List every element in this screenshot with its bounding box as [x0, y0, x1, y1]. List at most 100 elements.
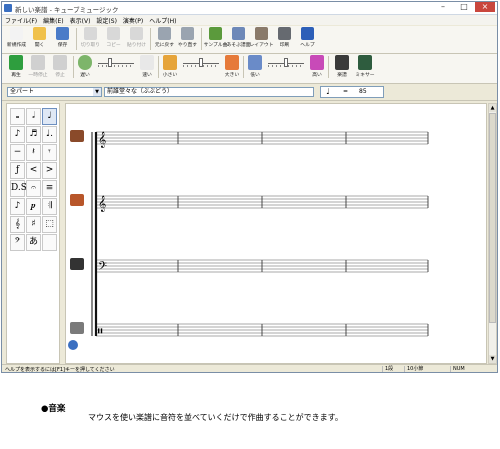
palette-item-10[interactable]: <	[26, 162, 41, 179]
toolbar-button-1[interactable]: 開く	[28, 26, 51, 52]
palette-item-16[interactable]: 𝆏	[26, 198, 41, 215]
palette-item-12[interactable]: D.S.	[10, 180, 29, 197]
menu-item-3[interactable]: 設定(S)	[96, 16, 117, 25]
palette-item-21[interactable]: 𝄢	[10, 234, 25, 251]
new-file-icon	[10, 27, 23, 40]
caption-title: ●音楽	[41, 404, 66, 414]
clef: 𝄢	[98, 260, 107, 276]
status-message: ヘルプを表示するには[F1]キーを押してください	[5, 367, 115, 373]
score-area[interactable]: 𝄞 𝄞 𝄢 𝄥	[65, 103, 487, 364]
volume-slider-thumb[interactable]	[199, 58, 203, 67]
piano-icon	[70, 258, 84, 270]
palette-item-3[interactable]: ♪	[10, 126, 25, 143]
toolbar-button-7[interactable]: やり直す	[176, 26, 199, 52]
toolbar-button-8[interactable]: サンプル曲	[204, 26, 227, 52]
palette-item-23[interactable]	[42, 234, 57, 251]
close-button[interactable]: ×	[475, 2, 495, 12]
cut-icon	[84, 27, 97, 40]
scroll-thumb[interactable]	[489, 113, 496, 323]
clef: 𝄞	[98, 196, 106, 212]
pause-button[interactable]: 一時停止	[27, 54, 49, 82]
toolbar-button-11[interactable]: 印刷	[273, 26, 296, 52]
palette-item-22[interactable]: あ	[26, 234, 41, 251]
palette-item-0[interactable]: 𝅝	[10, 108, 25, 125]
slow-button[interactable]: 遅い	[76, 54, 94, 82]
menu-item-1[interactable]: 編集(E)	[43, 16, 63, 25]
maximize-button[interactable]: □	[454, 2, 474, 12]
high-button[interactable]: 高い	[308, 54, 326, 82]
palette-item-5[interactable]: ♩.	[42, 126, 57, 143]
speed-slider-thumb[interactable]	[107, 58, 112, 67]
scroll-up-icon[interactable]: ▲	[489, 104, 496, 112]
toolbar-button-5[interactable]: 貼り付け	[125, 26, 148, 52]
menu-item-2[interactable]: 表示(V)	[70, 16, 91, 25]
toolbar-button-10[interactable]: レイアウト	[250, 26, 274, 52]
fast-button[interactable]: 速い	[138, 54, 156, 82]
loud-button[interactable]: 大きい	[223, 54, 241, 82]
minimize-button[interactable]: –	[433, 2, 453, 12]
palette-item-17[interactable]: 𝄇	[42, 198, 57, 215]
status-measure: 10小節	[404, 366, 423, 372]
snare-drum-icon	[70, 322, 84, 334]
pitch-slider-thumb[interactable]	[284, 58, 288, 67]
tempo-value: 85	[359, 88, 367, 95]
main-toolbar: 新規作成 開く 保存 切り取り コピー 貼り付け 元に戻す やり直す サンプル曲 あそぶ譜面 レイア…	[2, 26, 497, 54]
transport-toolbar: 再生 一時停止 停止 遅い 速い 小さい 大きい 低い 高い 楽譜 ミキサー	[2, 54, 497, 84]
palette-item-20[interactable]: ⬚	[42, 216, 57, 233]
part-name-field[interactable]: 前誰堂々な（ぶぶどう）	[104, 87, 314, 97]
open-folder-icon	[33, 27, 46, 40]
palette-item-2[interactable]: ♩	[42, 108, 57, 125]
toolbar-button-2[interactable]: 保存	[51, 26, 74, 52]
palette-item-14[interactable]: ≡	[42, 180, 57, 197]
app-window: 新しい楽譜 - キューブミュージック – □ × ファイル(F) 編集(E) 表示(…	[1, 1, 498, 373]
quiet-speaker-icon	[163, 55, 177, 70]
pitch-slider[interactable]	[266, 54, 306, 70]
undo-icon	[158, 27, 171, 40]
print-icon	[278, 27, 291, 40]
speed-slider[interactable]	[96, 54, 136, 70]
low-button[interactable]: 低い	[246, 54, 264, 82]
menu-item-0[interactable]: ファイル(F)	[5, 16, 37, 25]
menu-bar: ファイル(F) 編集(E) 表示(V) 設定(S) 演奏(P) ヘルプ(H)	[2, 15, 497, 25]
palette-item-4[interactable]: ♬	[26, 126, 41, 143]
quarter-note-icon: ♩	[326, 87, 330, 96]
toolbar-button-9[interactable]: あそぶ譜面	[227, 26, 251, 52]
score-canvas[interactable]: 𝄞 𝄞 𝄢 𝄥	[66, 104, 486, 363]
layout-icon	[255, 27, 268, 40]
palette-item-18[interactable]: 𝄞	[10, 216, 25, 233]
toolbar-button-3[interactable]: 切り取り	[79, 26, 102, 52]
drum-kit-icon	[70, 194, 84, 206]
window-title: 新しい楽譜 - キューブミュージック	[15, 6, 119, 14]
part-select[interactable]: 全パート ▼	[7, 87, 102, 97]
palette-item-11[interactable]: >	[42, 162, 57, 179]
chevron-down-icon[interactable]: ▼	[93, 88, 101, 96]
palette-item-6[interactable]: −	[10, 144, 25, 161]
tempo-display[interactable]: ♩ = 85	[320, 86, 384, 98]
play-button[interactable]: 再生	[5, 54, 27, 82]
high-pitch-icon	[310, 55, 324, 70]
toolbar-button-12[interactable]: ヘルプ	[296, 26, 319, 52]
sample-icon	[209, 27, 222, 40]
score-button[interactable]: 楽譜	[331, 54, 353, 82]
toolbar-button-0[interactable]: 新規作成	[5, 26, 28, 52]
palette-item-7[interactable]: 𝄽	[26, 144, 41, 161]
palette-item-9[interactable]: ƒ	[10, 162, 25, 179]
toolbar-button-4[interactable]: コピー	[102, 26, 125, 52]
vertical-scrollbar[interactable]: ▲ ▼	[488, 103, 497, 364]
palette-item-19[interactable]: ♯	[26, 216, 41, 233]
paste-icon	[130, 27, 143, 40]
stop-button[interactable]: 停止	[49, 54, 71, 82]
menu-item-5[interactable]: ヘルプ(H)	[149, 16, 176, 25]
menu-item-4[interactable]: 演奏(P)	[123, 16, 143, 25]
palette-item-8[interactable]: 𝄾	[42, 144, 57, 161]
volume-slider[interactable]	[181, 54, 221, 70]
mixer-button[interactable]: ミキサー	[353, 54, 377, 82]
status-bar: ヘルプを表示するには[F1]キーを押してください 1段 10小節 NUM	[2, 364, 497, 373]
palette-item-15[interactable]: ♪	[10, 198, 25, 215]
palette-item-1[interactable]: 𝅗𝅥	[26, 108, 41, 125]
palette-item-13[interactable]: 𝄐	[26, 180, 41, 197]
scroll-down-icon[interactable]: ▼	[489, 355, 496, 363]
clef: 𝄞	[98, 132, 106, 148]
toolbar-button-6[interactable]: 元に戻す	[153, 26, 176, 52]
quiet-button[interactable]: 小さい	[161, 54, 179, 82]
